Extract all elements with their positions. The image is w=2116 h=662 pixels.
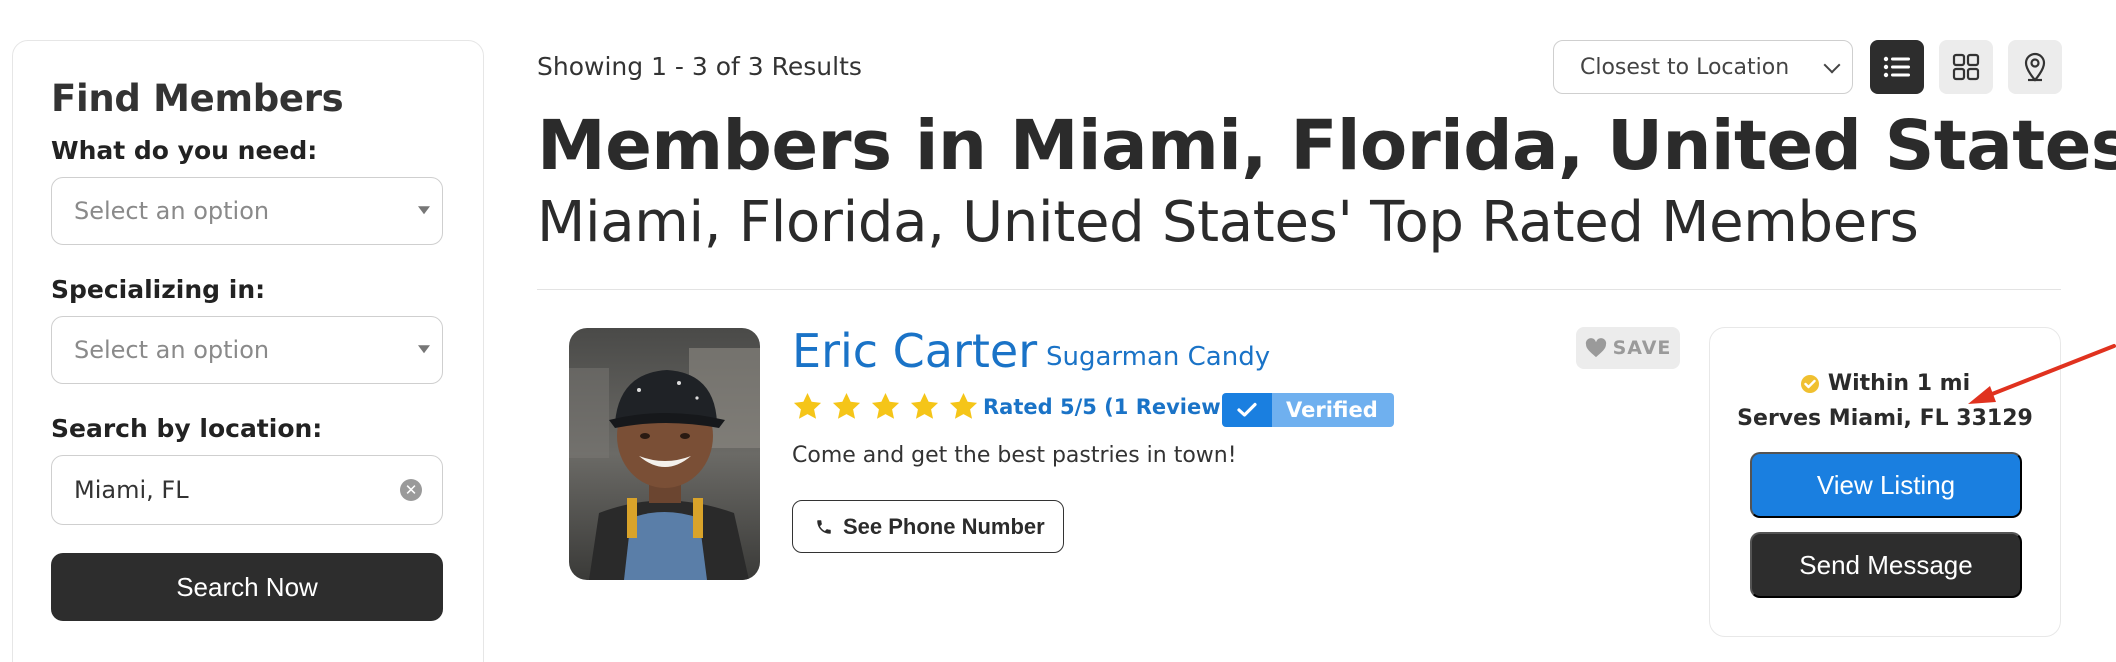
location-input-value: Miami, FL [74,476,189,504]
check-icon [1222,393,1272,427]
member-avatar[interactable] [569,328,760,580]
member-tagline: Come and get the best pastries in town! [792,443,1237,468]
sort-select-value: Closest to Location [1580,54,1790,80]
specializing-label: Specializing in: [51,275,266,304]
send-message-button[interactable]: Send Message [1750,532,2022,598]
heart-icon [1585,338,1606,358]
chevron-down-icon [1823,56,1841,74]
view-listing-button[interactable]: View Listing [1750,452,2022,518]
see-phone-button[interactable]: See Phone Number [792,500,1064,553]
member-company[interactable]: Sugarman Candy [1046,342,1270,372]
verified-label: Verified [1272,393,1394,427]
page-title: Members in Miami, Florida, United States [537,106,2116,186]
save-button[interactable]: SAVE [1576,327,1680,369]
find-members-panel: Find Members What do you need: Select an… [12,40,484,662]
specializing-select-placeholder: Select an option [74,336,270,364]
grid-icon [1952,53,1980,81]
need-label: What do you need: [51,136,318,165]
map-pin-icon [2024,52,2046,82]
verified-badge: Verified [1222,393,1394,427]
list-view-button[interactable] [1870,40,1924,94]
clear-icon[interactable]: ✕ [400,479,422,501]
find-members-title: Find Members [51,77,344,120]
rating-link[interactable]: Rated 5/5 (1 Review) [983,395,1230,419]
star-icon [910,392,939,419]
star-icon [871,392,900,419]
star-icon [832,392,861,419]
location-input[interactable]: Miami, FL ✕ [51,455,443,525]
grid-view-button[interactable] [1939,40,1993,94]
serves-area: Serves Miami, FL 33129 [1737,406,2033,431]
divider [537,289,2061,290]
star-rating [792,391,979,422]
list-icon [1883,56,1910,78]
distance-text: Within 1 mi [1827,371,1971,396]
sort-select[interactable]: Closest to Location [1553,40,1853,94]
phone-icon [817,519,831,534]
need-select-placeholder: Select an option [74,197,270,225]
save-label: SAVE [1612,337,1672,359]
need-select[interactable]: Select an option [51,177,443,245]
search-now-button[interactable]: Search Now [51,553,443,621]
specializing-select[interactable]: Select an option [51,316,443,384]
member-name[interactable]: Eric Carter [792,324,1037,378]
star-icon [949,392,978,419]
map-view-button[interactable] [2008,40,2062,94]
see-phone-label: See Phone Number [843,513,1045,539]
location-label: Search by location: [51,414,323,443]
caret-down-icon [418,345,430,354]
arrow-icon [1968,344,2116,404]
page-subtitle: Miami, Florida, United States' Top Rated… [537,190,1919,255]
star-icon [793,392,822,419]
results-count: Showing 1 - 3 of 3 Results [537,52,862,81]
member-photo [569,328,760,580]
caret-down-icon [418,206,430,215]
check-circle-icon [1800,374,1819,393]
